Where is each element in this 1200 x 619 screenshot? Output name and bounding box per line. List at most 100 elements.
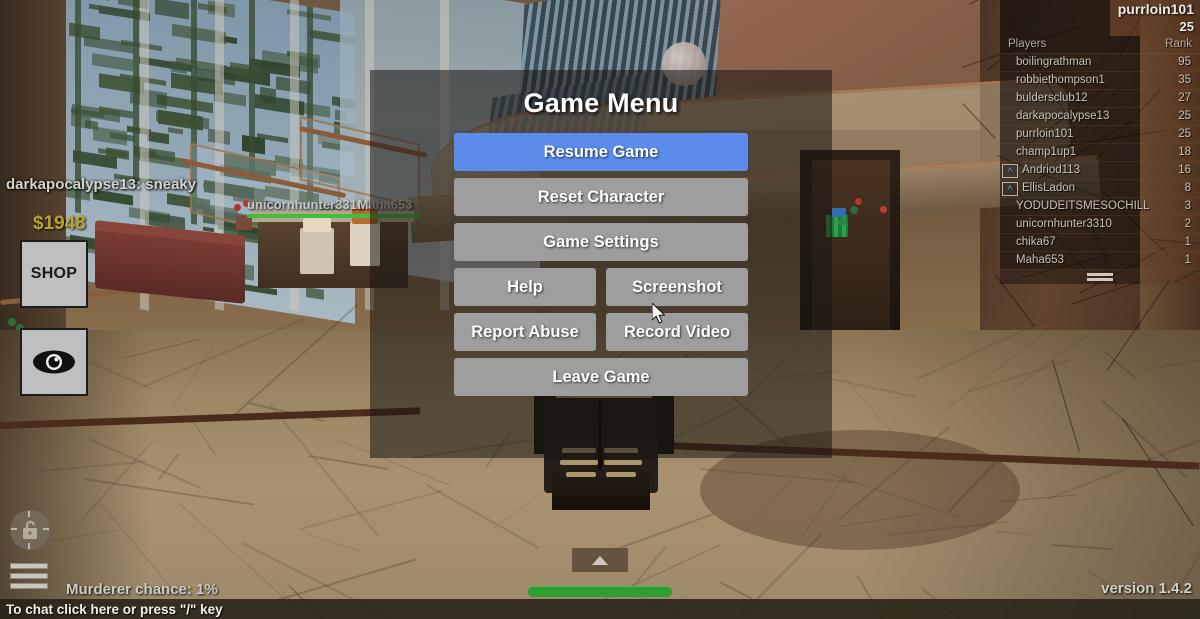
player-list-row[interactable]: ^ Andriod113 16	[1000, 162, 1200, 180]
menu-button-leave-game[interactable]: Leave Game	[454, 358, 748, 396]
player-list-row[interactable]: chika67 1	[1000, 234, 1200, 252]
player-name: Maha653	[1016, 254, 1064, 266]
resize-handle-icon	[1087, 273, 1113, 276]
avatar-detail	[560, 460, 598, 465]
player-list-row[interactable]: boilingrathman 95	[1000, 54, 1200, 72]
player-list-rows: boilingrathman 95 robbiethompson1 35 bulders…	[1000, 54, 1200, 270]
player-list-row[interactable]: YODUDEITSMESOCHILL 3	[1000, 198, 1200, 216]
player-list-row[interactable]: purrloin101 25	[1000, 126, 1200, 144]
murderer-chance-label: Murderer chance: 1%	[66, 581, 218, 598]
menu-button-label: Reset Character	[537, 187, 665, 206]
menu-button-label: Record Video	[623, 322, 731, 341]
column-header-players: Players	[1008, 38, 1047, 50]
player-name: boilingrathman	[1016, 56, 1092, 68]
eye-icon	[33, 350, 75, 374]
avatar-detail	[566, 472, 596, 477]
flower	[880, 206, 887, 213]
player-list-row[interactable]: ^ EllisLadon 8	[1000, 180, 1200, 198]
menu-button-screenshot[interactable]: Screenshot	[606, 268, 748, 306]
hamburger-menu-icon	[10, 563, 48, 569]
menu-button-reset-character[interactable]: Reset Character	[454, 178, 748, 216]
shop-button[interactable]: SHOP	[20, 240, 88, 308]
avatar-detail	[606, 472, 636, 477]
flower	[855, 198, 862, 205]
player-list-row[interactable]: buldersclub12 27	[1000, 90, 1200, 108]
player-name: robbiethompson1	[1016, 74, 1105, 86]
player-list-row[interactable]: champ1up1 18	[1000, 144, 1200, 162]
player-list: purrloin101 25 Players Rank boilingrathm…	[1000, 0, 1200, 284]
menu-button-resume-game[interactable]: Resume Game	[454, 133, 748, 171]
player-name: darkapocalypse13	[1016, 110, 1110, 122]
plant-pot	[236, 216, 252, 230]
player-rank: 25	[1178, 128, 1191, 140]
game-menu-panel: Game Menu Resume Game Reset Character Game…	[370, 70, 832, 458]
menu-button-report-abuse[interactable]: Report Abuse	[454, 313, 596, 351]
local-player-score: 25	[1179, 19, 1194, 34]
player-name: buldersclub12	[1016, 92, 1088, 104]
player-rank: 95	[1178, 56, 1191, 68]
flower	[234, 204, 241, 211]
health-bar	[528, 586, 672, 597]
player-rank: 18	[1178, 146, 1191, 158]
menu-button-label: Report Abuse	[471, 322, 579, 341]
player-name: Andriod113	[1022, 164, 1080, 176]
player-name: YODUDEITSMESOCHILL	[1016, 200, 1150, 212]
player-name: purrloin101	[1016, 128, 1074, 140]
npc-head	[303, 218, 331, 232]
chat-input-bar[interactable]: To chat click here or press "/" key	[0, 599, 1200, 619]
player-list-column-headers: Players Rank	[1000, 36, 1200, 54]
player-rank: 25	[1178, 110, 1191, 122]
builders-club-badge-icon: ^	[1002, 164, 1018, 178]
player-rank: 27	[1178, 92, 1191, 104]
hamburger-menu-icon	[10, 573, 48, 579]
spectate-button[interactable]	[20, 328, 88, 396]
menu-button-label: Screenshot	[632, 277, 722, 296]
money-display: $1948	[33, 213, 86, 234]
player-name: unicornhunter3310	[1016, 218, 1112, 230]
unlocked-padlock-icon	[23, 520, 37, 539]
mouse-cursor-icon	[652, 303, 666, 324]
nametag-health-bar	[247, 214, 357, 218]
player-rank: 2	[1184, 218, 1191, 230]
player-list-row[interactable]: Maha653 1	[1000, 252, 1200, 270]
player-list-row[interactable]: unicornhunter3310 2	[1000, 216, 1200, 234]
menu-button-game-settings[interactable]: Game Settings	[454, 223, 748, 261]
shop-button-label: SHOP	[30, 265, 78, 282]
plant-leaf	[838, 218, 846, 226]
column-header-rank: Rank	[1165, 38, 1192, 50]
player-rank: 1	[1184, 254, 1191, 266]
player-rank: 3	[1184, 200, 1191, 212]
player-rank: 16	[1178, 164, 1191, 176]
builders-club-badge-icon: ^	[1002, 182, 1018, 196]
menu-button-label: Resume Game	[543, 142, 659, 161]
version-label: version 1.4.2	[1101, 580, 1192, 597]
nametag-name: unicornhunter3310	[247, 197, 365, 212]
game-screen: unicornhunter3310 Maha653 darkapocalypse1…	[0, 0, 1200, 619]
menu-button-label: Leave Game	[552, 367, 650, 386]
npc-character	[300, 228, 334, 274]
plant-leaf	[8, 318, 16, 326]
player-nametag: unicornhunter3310	[247, 197, 365, 218]
menu-button-help[interactable]: Help	[454, 268, 596, 306]
player-rank: 35	[1178, 74, 1191, 86]
player-name: champ1up1	[1016, 146, 1077, 158]
backpack-up-arrow-icon	[592, 555, 608, 565]
resize-handle-icon	[1087, 278, 1113, 281]
lock-camera-button[interactable]	[10, 510, 50, 550]
player-list-resize-handle[interactable]	[1000, 270, 1200, 284]
chat-prompt-label: To chat click here or press "/" key	[6, 601, 223, 617]
local-player-name: purrloin101	[1117, 1, 1194, 17]
player-list-header: purrloin101 25	[1000, 0, 1200, 36]
chat-message: darkapocalypse13: sneaky	[6, 176, 197, 193]
backpack-toggle-button[interactable]	[572, 548, 628, 572]
avatar-detail	[604, 460, 642, 465]
menu-toggle-button[interactable]	[10, 563, 48, 589]
menu-button-label: Help	[507, 277, 543, 296]
player-name: EllisLadon	[1022, 182, 1076, 194]
player-list-row[interactable]: darkapocalypse13 25	[1000, 108, 1200, 126]
game-menu-title: Game Menu	[523, 88, 679, 118]
gift-box	[832, 208, 846, 217]
player-list-row[interactable]: robbiethompson1 35	[1000, 72, 1200, 90]
hamburger-menu-icon	[10, 583, 48, 589]
menu-button-record-video[interactable]: Record Video	[606, 313, 748, 351]
